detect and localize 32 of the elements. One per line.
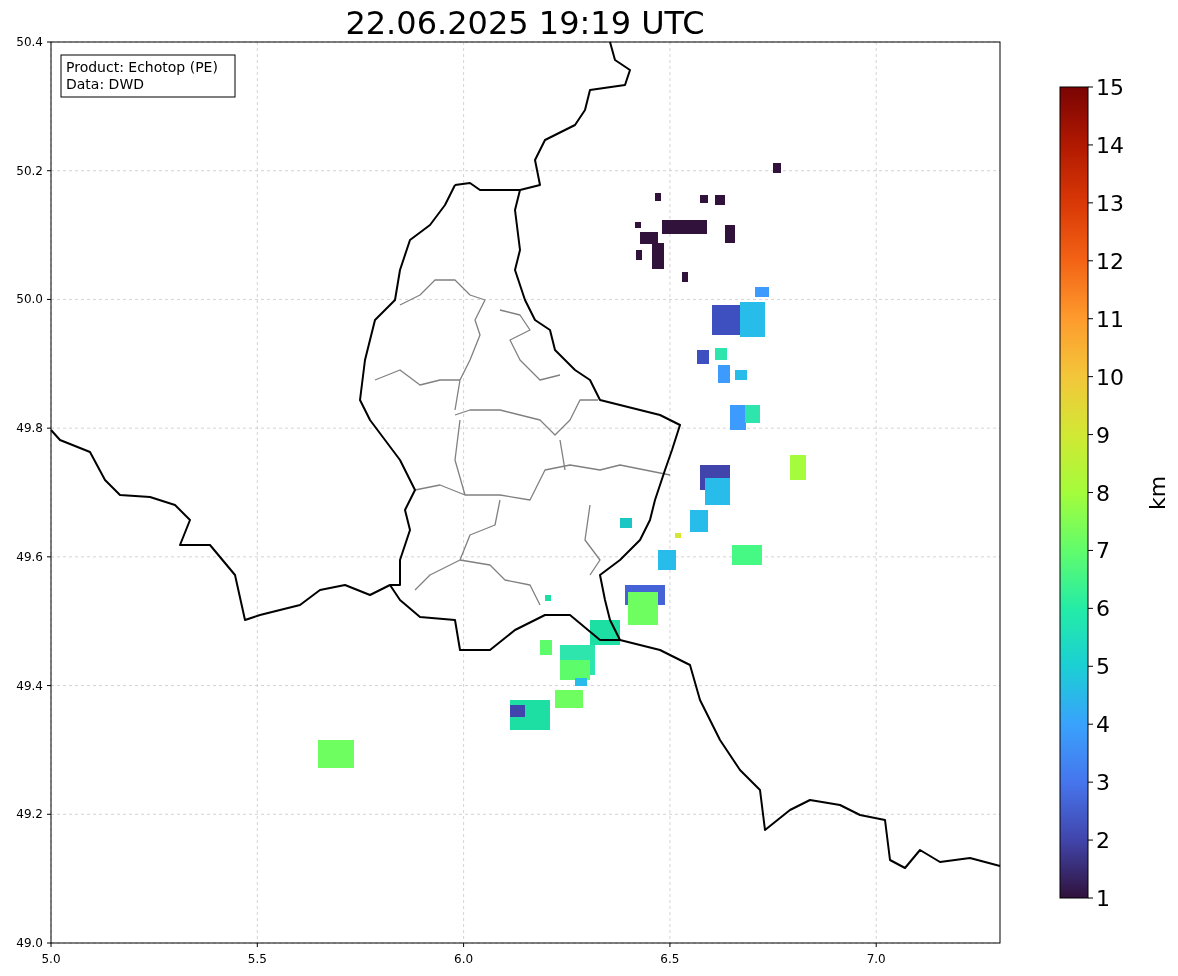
axis-tick-label: 49.8 (16, 421, 43, 436)
axis-tick-label: 5.0 (41, 952, 61, 966)
colorbar-tick-label: 1 (1096, 886, 1110, 911)
colorbar-tick-label: 4 (1096, 712, 1110, 738)
colorbar-label: km (1145, 475, 1170, 511)
axis-tick-label: 49.2 (16, 807, 43, 822)
axis-tick-label: 50.2 (16, 163, 43, 178)
colorbar-tick-label: 9 (1096, 422, 1110, 448)
info-text: Data: DWD (66, 76, 144, 92)
colorbar-tick-label: 7 (1096, 538, 1110, 564)
colorbar-tick-label: 13 (1096, 190, 1124, 216)
axis-tick-label: 6.5 (660, 952, 680, 966)
axis-tick-label: 49.6 (16, 549, 43, 564)
info-text: Product: Echotop (PE) (66, 59, 218, 75)
axis-tick-label: 49.0 (16, 936, 43, 950)
axis-tick-label: 49.4 (16, 678, 43, 693)
axis-tick-label: 6.0 (454, 952, 474, 966)
colorbar-tick-label: 12 (1096, 248, 1124, 274)
colorbar-tick-label: 5 (1096, 654, 1110, 680)
axis-tick-label: 50.4 (16, 35, 43, 49)
colorbar-tick-label: 11 (1096, 306, 1124, 332)
colorbar-tick-label: 2 (1096, 828, 1110, 854)
chart-title: 22.06.2025 19:19 UTC (345, 4, 705, 42)
colorbar-tick-label: 14 (1096, 132, 1124, 158)
axis-tick-label: 5.5 (247, 952, 267, 966)
colorbar-tick-label: 10 (1096, 364, 1124, 390)
colorbar-tick-label: 15 (1096, 75, 1124, 100)
axis-tick-label: 7.0 (866, 952, 886, 966)
colorbar-tick-label: 6 (1096, 596, 1110, 622)
axis-tick-label: 50.0 (16, 292, 43, 307)
colorbar-tick-label: 8 (1096, 480, 1110, 506)
colorbar-tick-label: 3 (1096, 770, 1110, 796)
